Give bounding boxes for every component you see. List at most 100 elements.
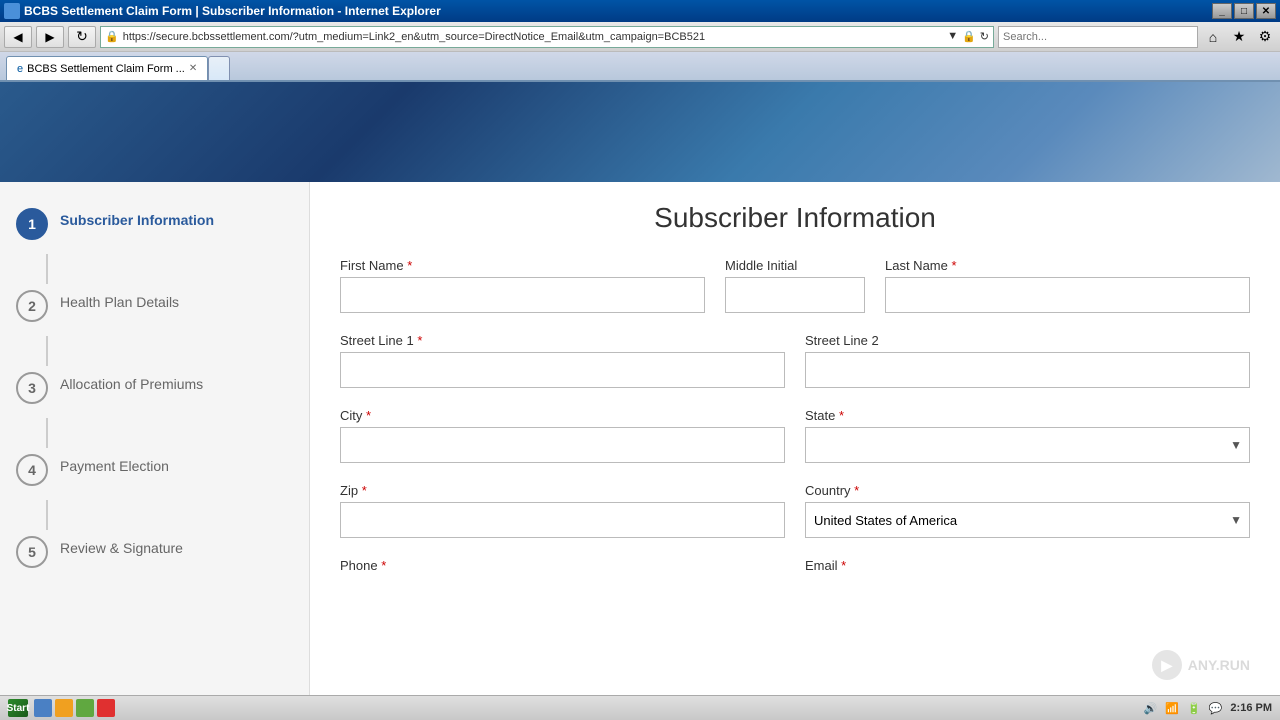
step-connector-4-5 [46, 500, 48, 530]
street1-group: Street Line 1 * [340, 333, 785, 388]
speaker-icon: 🔊 [1144, 702, 1158, 715]
tab-close-button[interactable]: ✕ [189, 63, 197, 74]
street2-group: Street Line 2 [805, 333, 1250, 388]
app-taskbar-icon[interactable] [76, 699, 94, 717]
country-group: Country * United States of America ▼ [805, 483, 1250, 538]
step-connector-2-3 [46, 336, 48, 366]
address-bar[interactable]: 🔒 https://secure.bcbssettlement.com/?utm… [100, 26, 994, 48]
email-label: Email * [805, 558, 1250, 573]
last-name-label: Last Name * [885, 258, 1250, 273]
state-label: State * [805, 408, 1250, 423]
anyrun-play-icon: ▶ [1152, 650, 1182, 680]
status-right: 🔊 📶 🔋 💬 2:16 PM [1144, 702, 1272, 715]
security-taskbar-icon[interactable] [97, 699, 115, 717]
step-circle-3: 3 [16, 372, 48, 404]
phone-required: * [381, 558, 386, 573]
step-4-label: Payment Election [60, 454, 169, 474]
tab-new[interactable] [208, 56, 230, 80]
tab-bcbs[interactable]: e BCBS Settlement Claim Form ... ✕ [6, 56, 208, 80]
dropdown-arrow[interactable]: ▼ [947, 30, 958, 43]
street2-input[interactable] [805, 352, 1250, 388]
name-row: First Name * Middle Initial Last Name * [340, 258, 1250, 313]
lock-icon: 🔒 [962, 30, 976, 43]
email-group: Email * [805, 558, 1250, 573]
refresh-addr-icon[interactable]: ↻ [980, 30, 989, 43]
home-button[interactable]: ⌂ [1202, 26, 1224, 48]
phone-email-row: Phone * Email * [340, 558, 1250, 573]
step-item-4[interactable]: 4 Payment Election [16, 448, 293, 492]
street1-input[interactable] [340, 352, 785, 388]
zip-label: Zip * [340, 483, 785, 498]
middle-initial-group: Middle Initial [725, 258, 865, 313]
start-button[interactable]: Start [8, 699, 28, 717]
phone-group: Phone * [340, 558, 785, 573]
zip-input[interactable] [340, 502, 785, 538]
state-select-wrapper: ▼ [805, 427, 1250, 463]
phone-label: Phone * [340, 558, 785, 573]
country-select[interactable]: United States of America [805, 502, 1250, 538]
street1-label: Street Line 1 * [340, 333, 785, 348]
city-state-row: City * State * ▼ [340, 408, 1250, 463]
city-required: * [366, 408, 371, 423]
country-select-wrapper: United States of America ▼ [805, 502, 1250, 538]
last-name-required: * [952, 258, 957, 273]
tab-label: BCBS Settlement Claim Form ... [27, 63, 185, 75]
step-connector-3-4 [46, 418, 48, 448]
back-button[interactable]: ◀ [4, 26, 32, 48]
settings-button[interactable]: ⚙ [1254, 26, 1276, 48]
state-group: State * ▼ [805, 408, 1250, 463]
first-name-required: * [407, 258, 412, 273]
step-circle-4: 4 [16, 454, 48, 486]
country-label: Country * [805, 483, 1250, 498]
step-circle-1: 1 [16, 208, 48, 240]
zip-group: Zip * [340, 483, 785, 538]
close-button[interactable]: ✕ [1256, 3, 1276, 19]
street1-required: * [417, 333, 422, 348]
tab-bar: e BCBS Settlement Claim Form ... ✕ [0, 52, 1280, 82]
taskbar-icons [34, 699, 115, 717]
first-name-input[interactable] [340, 277, 705, 313]
zip-required: * [362, 483, 367, 498]
email-required: * [841, 558, 846, 573]
city-group: City * [340, 408, 785, 463]
refresh-button[interactable]: ↻ [68, 26, 96, 48]
middle-initial-input[interactable] [725, 277, 865, 313]
state-required: * [839, 408, 844, 423]
minimize-button[interactable]: _ [1212, 3, 1232, 19]
notification-icon: 💬 [1209, 702, 1223, 715]
start-label: Start [7, 703, 30, 714]
city-label: City * [340, 408, 785, 423]
step-item-1[interactable]: 1 Subscriber Information [16, 202, 293, 246]
ie-taskbar-icon[interactable] [34, 699, 52, 717]
folder-taskbar-icon[interactable] [55, 699, 73, 717]
step-3-label: Allocation of Premiums [60, 372, 203, 392]
main-form: Subscriber Information First Name * Midd… [310, 182, 1280, 695]
ie-icon [4, 3, 20, 19]
street-row: Street Line 1 * Street Line 2 [340, 333, 1250, 388]
street2-label: Street Line 2 [805, 333, 1250, 348]
city-input[interactable] [340, 427, 785, 463]
top-banner [0, 82, 1280, 182]
search-input[interactable] [998, 26, 1198, 48]
anyrun-text: ANY.RUN [1188, 657, 1250, 673]
favorites-button[interactable]: ★ [1228, 26, 1250, 48]
clock: 2:16 PM [1230, 702, 1272, 714]
step-item-2[interactable]: 2 Health Plan Details [16, 284, 293, 328]
sidebar: 1 Subscriber Information 2 Health Plan D… [0, 182, 310, 695]
step-item-3[interactable]: 3 Allocation of Premiums [16, 366, 293, 410]
step-2-label: Health Plan Details [60, 290, 179, 310]
step-item-5[interactable]: 5 Review & Signature [16, 530, 293, 574]
form-title: Subscriber Information [340, 202, 1250, 234]
last-name-input[interactable] [885, 277, 1250, 313]
window-controls[interactable]: _ □ ✕ [1212, 3, 1276, 19]
step-circle-2: 2 [16, 290, 48, 322]
ie-toolbar: ◀ ▶ ↻ 🔒 https://secure.bcbssettlement.co… [0, 22, 1280, 52]
forward-button[interactable]: ▶ [36, 26, 64, 48]
step-5-label: Review & Signature [60, 536, 183, 556]
zip-country-row: Zip * Country * United States of America… [340, 483, 1250, 538]
country-required: * [854, 483, 859, 498]
battery-icon: 🔋 [1187, 702, 1201, 715]
maximize-button[interactable]: □ [1234, 3, 1254, 19]
last-name-group: Last Name * [885, 258, 1250, 313]
state-select[interactable] [805, 427, 1250, 463]
